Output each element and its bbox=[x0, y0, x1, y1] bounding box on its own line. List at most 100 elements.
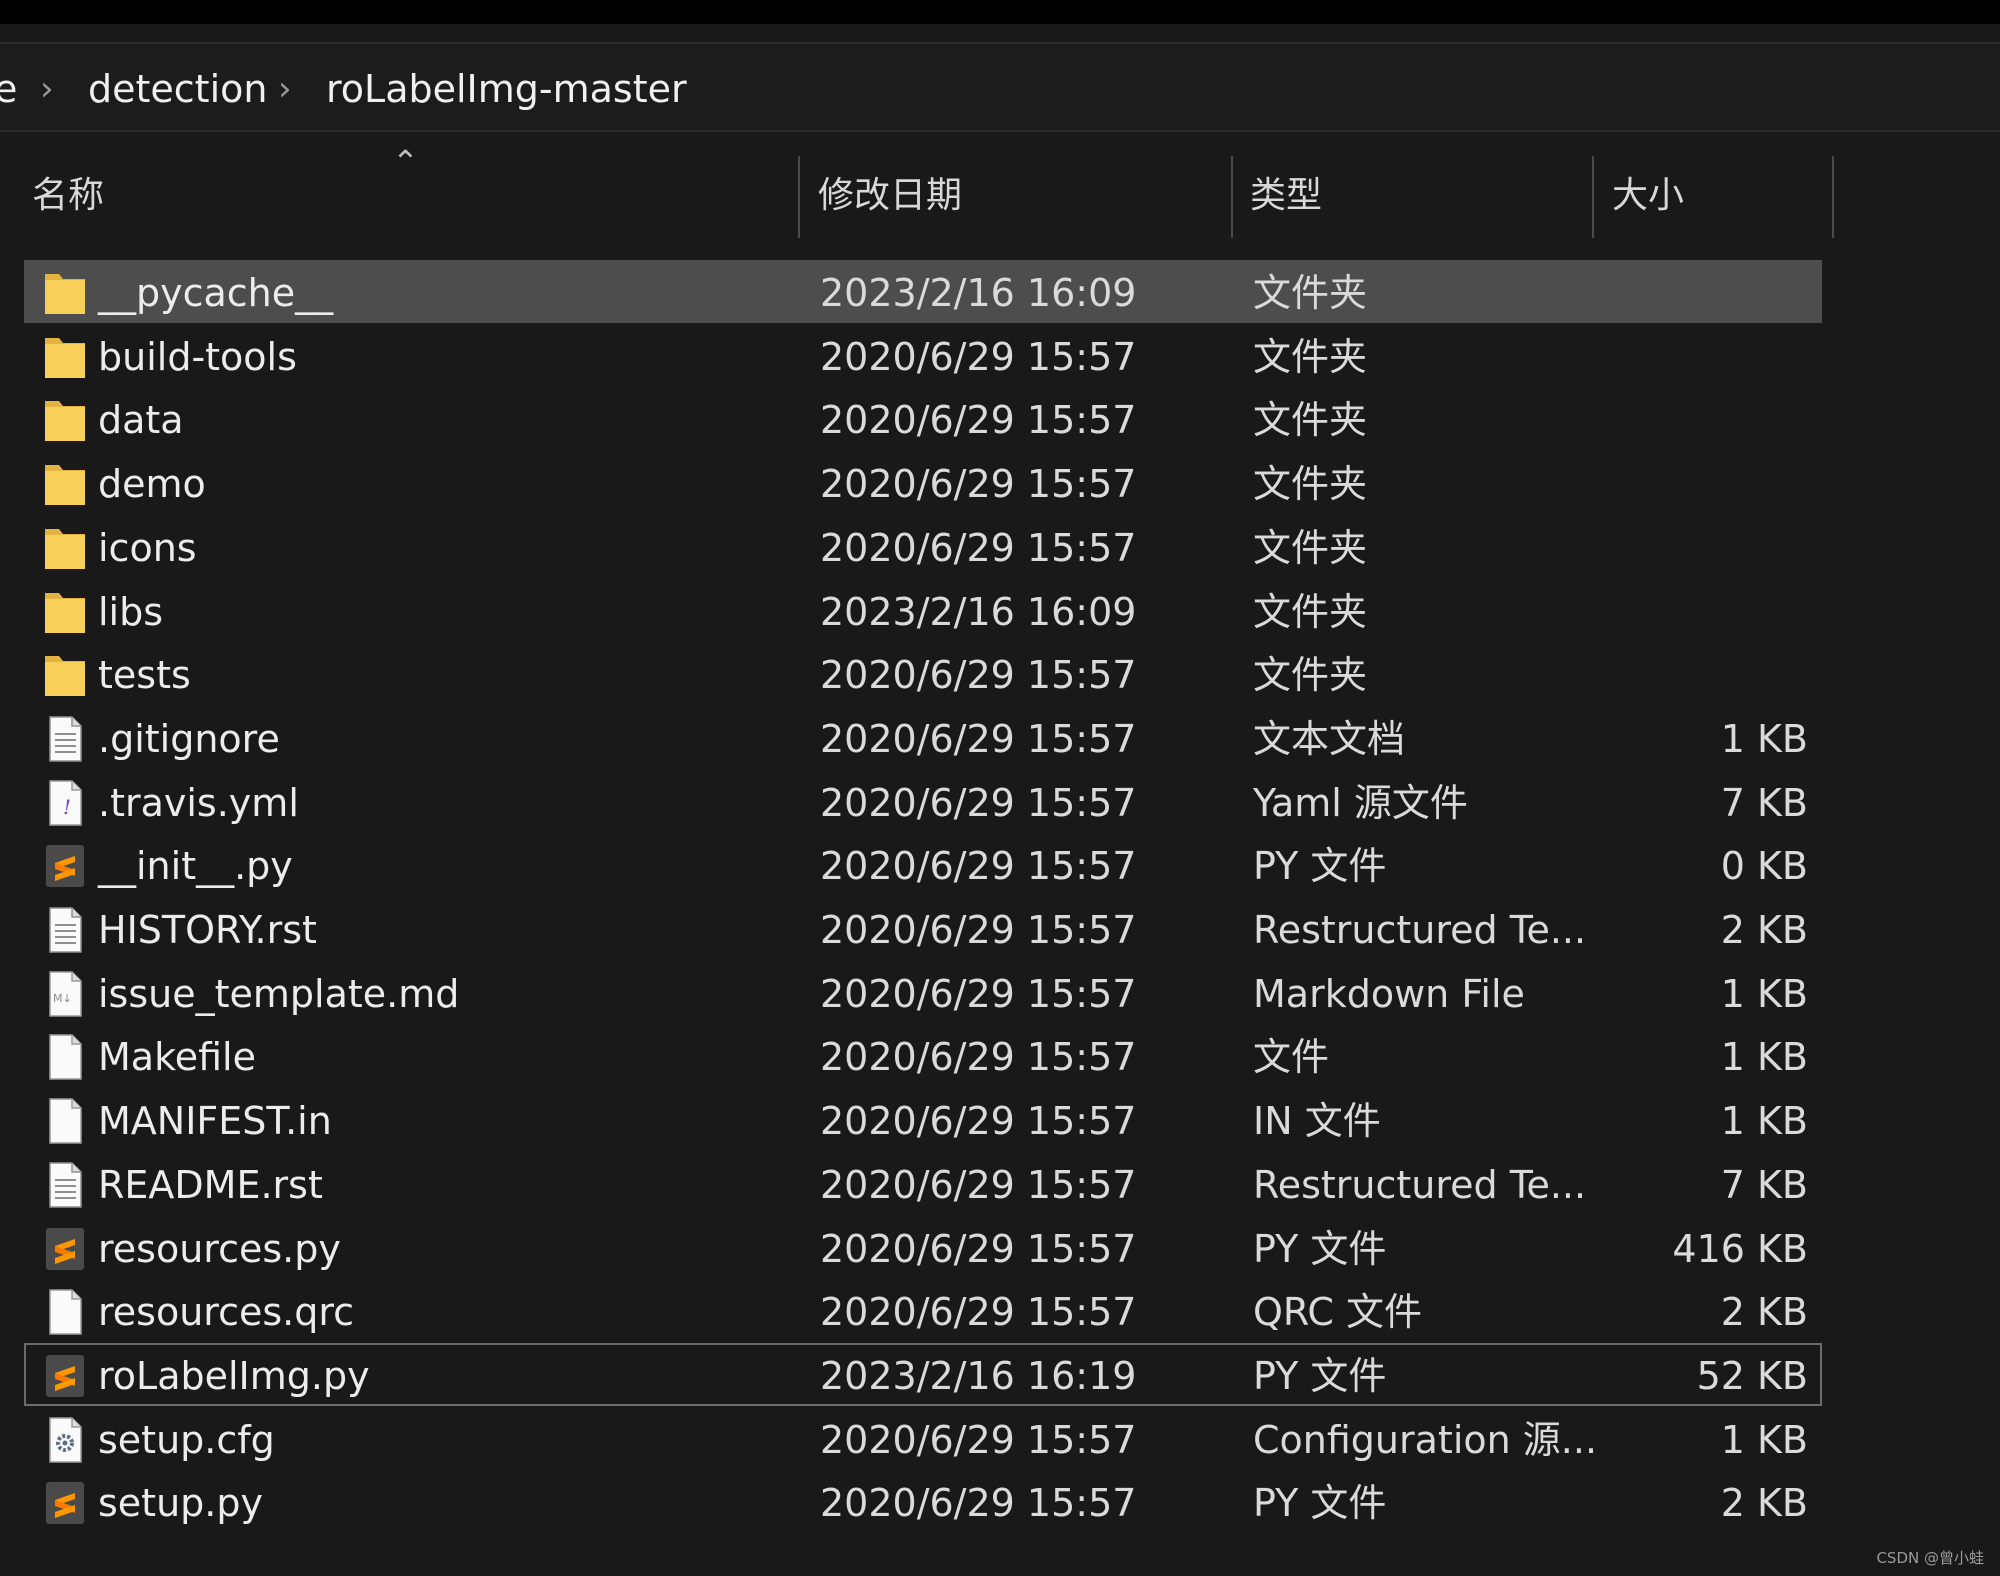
breadcrumb-separator-icon[interactable]: › bbox=[40, 68, 54, 110]
file-modified-date: 2020/6/29 15:57 bbox=[820, 1290, 1137, 1334]
file-name: HISTORY.rst bbox=[98, 908, 317, 952]
folder-icon bbox=[42, 650, 88, 700]
folder-icon bbox=[42, 587, 88, 637]
file-row[interactable]: icons 2020/6/29 15:57 文件夹 bbox=[24, 515, 1822, 578]
breadcrumb-separator-icon[interactable]: › bbox=[278, 68, 292, 110]
file-modified-date: 2020/6/29 15:57 bbox=[820, 1481, 1137, 1525]
file-name: __pycache__ bbox=[98, 271, 334, 315]
sublime-file-icon bbox=[42, 1351, 88, 1401]
file-modified-date: 2020/6/29 15:57 bbox=[820, 1418, 1137, 1462]
file-row[interactable]: __pycache__ 2023/2/16 16:09 文件夹 bbox=[24, 260, 1822, 323]
config-file-icon bbox=[42, 1415, 88, 1465]
text-file-icon bbox=[42, 714, 88, 764]
file-name: resources.py bbox=[98, 1227, 341, 1271]
window-top-bar bbox=[0, 0, 2000, 24]
file-name: issue_template.md bbox=[98, 972, 460, 1016]
file-type: 文件夹 bbox=[1253, 271, 1368, 315]
file-name: tests bbox=[98, 653, 191, 697]
text-file-icon bbox=[42, 1160, 88, 1210]
yaml-file-icon: ! bbox=[42, 778, 88, 828]
file-size: 52 KB bbox=[1696, 1354, 1808, 1398]
folder-icon bbox=[42, 268, 88, 318]
file-row[interactable]: data 2020/6/29 15:57 文件夹 bbox=[24, 387, 1822, 450]
file-row[interactable]: HISTORY.rst 2020/6/29 15:57 Restructured T… bbox=[24, 897, 1822, 960]
file-row[interactable]: Makefile 2020/6/29 15:57 文件 1 KB bbox=[24, 1024, 1822, 1087]
file-row[interactable]: README.rst 2020/6/29 15:57 Restructured Te… bbox=[24, 1152, 1822, 1215]
column-divider[interactable] bbox=[1832, 156, 1834, 238]
file-row[interactable]: M↓ issue_template.md 2020/6/29 15:57 Markdo… bbox=[24, 961, 1822, 1024]
column-divider[interactable] bbox=[1231, 156, 1233, 238]
file-type: IN 文件 bbox=[1253, 1099, 1381, 1143]
folder-icon bbox=[42, 332, 88, 382]
file-row[interactable]: MANIFEST.in 2020/6/29 15:57 IN 文件 1 KB bbox=[24, 1088, 1822, 1151]
file-row[interactable]: .gitignore 2020/6/29 15:57 文本文档 1 KB bbox=[24, 706, 1822, 769]
column-header-date[interactable]: 修改日期 bbox=[818, 172, 962, 220]
file-size: 1 KB bbox=[1720, 1418, 1808, 1462]
file-size: 2 KB bbox=[1720, 908, 1808, 952]
file-name: setup.py bbox=[98, 1481, 263, 1525]
breadcrumb-item-current[interactable]: roLabelImg-master bbox=[326, 68, 687, 110]
column-header-type[interactable]: 类型 bbox=[1250, 172, 1322, 220]
file-type: QRC 文件 bbox=[1253, 1290, 1423, 1334]
blank-file-icon bbox=[42, 1032, 88, 1082]
watermark-text: CSDN @曾小蛙 bbox=[1876, 1549, 1984, 1567]
column-divider[interactable] bbox=[1592, 156, 1594, 238]
file-size: 416 KB bbox=[1672, 1227, 1808, 1271]
svg-text:!: ! bbox=[63, 795, 71, 819]
file-row[interactable]: demo 2020/6/29 15:57 文件夹 bbox=[24, 451, 1822, 514]
folder-icon bbox=[42, 523, 88, 573]
file-modified-date: 2020/6/29 15:57 bbox=[820, 844, 1137, 888]
file-name: build-tools bbox=[98, 335, 297, 379]
file-modified-date: 2020/6/29 15:57 bbox=[820, 972, 1137, 1016]
file-name: setup.cfg bbox=[98, 1418, 275, 1462]
breadcrumb-item-parent[interactable]: e bbox=[0, 68, 17, 110]
file-name: libs bbox=[98, 590, 164, 634]
file-type: Configuration 源... bbox=[1253, 1418, 1598, 1462]
file-modified-date: 2020/6/29 15:57 bbox=[820, 781, 1137, 825]
chevron-up-icon[interactable]: ⌃ bbox=[392, 146, 419, 178]
file-modified-date: 2020/6/29 15:57 bbox=[820, 1227, 1137, 1271]
file-row[interactable]: setup.cfg 2020/6/29 15:57 Configuration 源.… bbox=[24, 1407, 1822, 1470]
file-name: .gitignore bbox=[98, 717, 280, 761]
file-name: roLabelImg.py bbox=[98, 1354, 370, 1398]
file-name: resources.qrc bbox=[98, 1290, 355, 1334]
file-modified-date: 2020/6/29 15:57 bbox=[820, 398, 1137, 442]
file-type: PY 文件 bbox=[1253, 1227, 1387, 1271]
file-type: Yaml 源文件 bbox=[1253, 781, 1468, 825]
file-size: 1 KB bbox=[1720, 1035, 1808, 1079]
address-bar[interactable]: e › detection › roLabelImg-master bbox=[0, 42, 2000, 132]
column-header-name[interactable]: 名称 bbox=[32, 172, 104, 220]
file-name: data bbox=[98, 398, 184, 442]
file-type: PY 文件 bbox=[1253, 844, 1387, 888]
file-row[interactable]: libs 2023/2/16 16:09 文件夹 bbox=[24, 579, 1822, 642]
text-file-icon bbox=[42, 905, 88, 955]
svg-text:M↓: M↓ bbox=[53, 992, 72, 1005]
file-size: 0 KB bbox=[1720, 844, 1808, 888]
file-size: 1 KB bbox=[1720, 972, 1808, 1016]
file-modified-date: 2023/2/16 16:09 bbox=[820, 271, 1137, 315]
file-modified-date: 2020/6/29 15:57 bbox=[820, 335, 1137, 379]
file-type: 文件夹 bbox=[1253, 653, 1368, 697]
sublime-file-icon bbox=[42, 841, 88, 891]
blank-file-icon bbox=[42, 1096, 88, 1146]
column-header-size[interactable]: 大小 bbox=[1612, 172, 1684, 220]
file-type: 文件夹 bbox=[1253, 590, 1368, 634]
file-row[interactable]: tests 2020/6/29 15:57 文件夹 bbox=[24, 642, 1822, 705]
file-name: README.rst bbox=[98, 1163, 323, 1207]
breadcrumb-item-detection[interactable]: detection bbox=[88, 68, 267, 110]
file-row[interactable]: roLabelImg.py 2023/2/16 16:19 PY 文件 52 KB bbox=[24, 1343, 1822, 1406]
file-row[interactable]: build-tools 2020/6/29 15:57 文件夹 bbox=[24, 324, 1822, 387]
file-name: demo bbox=[98, 462, 206, 506]
file-row[interactable]: ! .travis.yml 2020/6/29 15:57 Yaml 源文件 7 KB bbox=[24, 770, 1822, 833]
file-row[interactable]: __init__.py 2020/6/29 15:57 PY 文件 0 KB bbox=[24, 833, 1822, 896]
column-divider[interactable] bbox=[798, 156, 800, 238]
markdown-file-icon: M↓ bbox=[42, 969, 88, 1019]
file-type: 文件 bbox=[1253, 1035, 1330, 1079]
file-size: 2 KB bbox=[1720, 1290, 1808, 1334]
file-row[interactable]: setup.py 2020/6/29 15:57 PY 文件 2 KB bbox=[24, 1470, 1822, 1533]
file-size: 7 KB bbox=[1720, 781, 1808, 825]
file-size: 1 KB bbox=[1720, 1099, 1808, 1143]
file-row[interactable]: resources.py 2020/6/29 15:57 PY 文件 416 KB bbox=[24, 1216, 1822, 1279]
folder-icon bbox=[42, 395, 88, 445]
file-row[interactable]: resources.qrc 2020/6/29 15:57 QRC 文件 2 KB bbox=[24, 1279, 1822, 1342]
